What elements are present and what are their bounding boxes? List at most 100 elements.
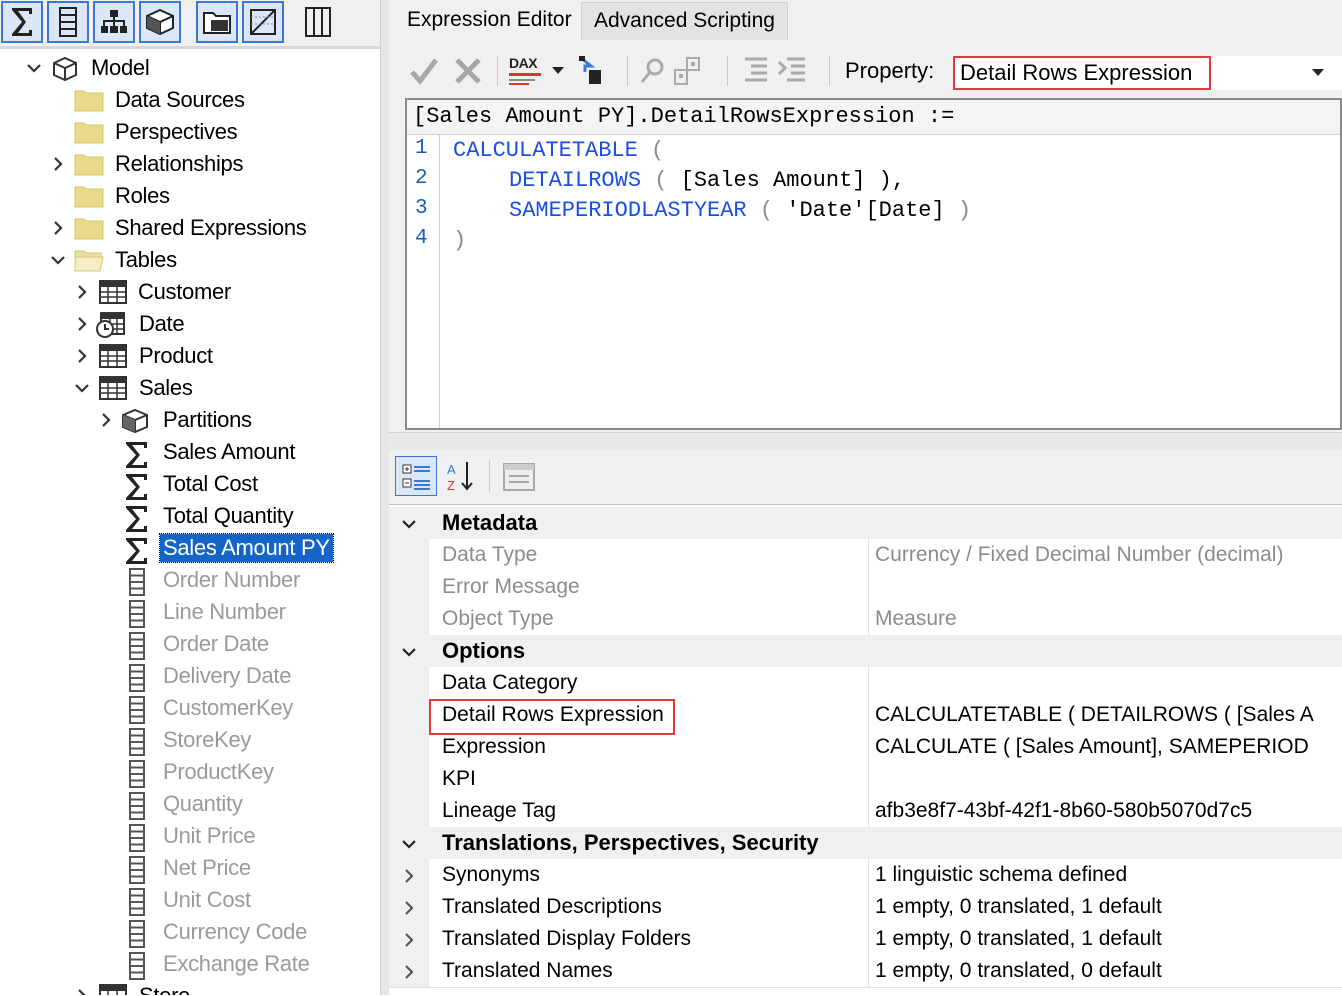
accept-checkmark-icon[interactable] — [409, 56, 439, 86]
show-partitions-toggle[interactable] — [139, 1, 181, 43]
chevron-right-icon[interactable] — [401, 932, 417, 948]
chevron-down-icon[interactable] — [401, 836, 417, 852]
property-dropdown[interactable] — [1211, 56, 1342, 90]
go-to-definition-icon[interactable] — [577, 56, 603, 86]
tab-expression-editor[interactable]: Expression Editor — [395, 2, 584, 40]
column-divider[interactable] — [868, 699, 869, 731]
tree-node-storekey[interactable]: StoreKey — [0, 724, 380, 756]
show-hierarchies-toggle[interactable] — [93, 1, 135, 43]
chevron-down-icon[interactable] — [74, 380, 90, 396]
tree-node-partitions[interactable]: Partitions — [0, 404, 380, 436]
tree-node-sales-amount-py[interactable]: Sales Amount PY — [0, 532, 380, 564]
column-divider[interactable] — [868, 603, 869, 635]
column-divider[interactable] — [868, 667, 869, 699]
tree-node-order-number[interactable]: Order Number — [0, 564, 380, 596]
tree-node-sales[interactable]: Sales — [0, 372, 380, 404]
property-value[interactable]: CALCULATE ( [Sales Amount], SAMEPERIOD — [875, 733, 1309, 761]
property-pages-icon[interactable] — [502, 462, 536, 492]
code-line-3[interactable]: SAMEPERIODLASTYEAR ( 'Date'[Date] ) — [509, 198, 971, 223]
show-all-columns-button[interactable] — [297, 1, 339, 43]
chevron-down-icon[interactable] — [26, 60, 42, 76]
property-value[interactable]: 1 linguistic schema defined — [875, 861, 1127, 889]
tree-node-unit-cost[interactable]: Unit Cost — [0, 884, 380, 916]
dax-expression-editor[interactable]: [Sales Amount PY].DetailRowsExpression :… — [405, 98, 1342, 430]
chevron-right-icon[interactable] — [50, 220, 66, 236]
dax-format-dropdown-icon[interactable] — [552, 67, 564, 74]
tree-node-customerkey[interactable]: CustomerKey — [0, 692, 380, 724]
category-metadata[interactable]: Metadata — [389, 507, 1342, 539]
tree-node-model[interactable]: Model — [0, 52, 380, 84]
tree-node-tables[interactable]: Tables — [0, 244, 380, 276]
property-row-translated-display-folders[interactable]: Translated Display Folders 1 empty, 0 tra… — [389, 923, 1342, 956]
tree-node-total-cost[interactable]: Total Cost — [0, 468, 380, 500]
tree-node-shared-expressions[interactable]: Shared Expressions — [0, 212, 380, 244]
category-options[interactable]: Options — [389, 635, 1342, 667]
column-divider[interactable] — [868, 923, 869, 955]
property-row-expression[interactable]: Expression CALCULATE ( [Sales Amount], SA… — [389, 731, 1342, 764]
tree-node-data-sources[interactable]: Data Sources — [0, 84, 380, 116]
find-icon[interactable] — [639, 56, 667, 86]
chevron-down-icon[interactable] — [50, 252, 66, 268]
property-value[interactable]: 1 empty, 0 translated, 0 default — [875, 957, 1162, 985]
show-display-folders-toggle[interactable] — [196, 1, 238, 43]
tree-node-currency-code[interactable]: Currency Code — [0, 916, 380, 948]
comment-lines-icon[interactable] — [743, 56, 769, 84]
dax-format-button[interactable]: DAX — [509, 56, 545, 88]
tree-node-customer[interactable]: Customer — [0, 276, 380, 308]
column-divider[interactable] — [868, 763, 869, 795]
tree-node-sales-amount[interactable]: Sales Amount — [0, 436, 380, 468]
tree-node-net-price[interactable]: Net Price — [0, 852, 380, 884]
tree-node-order-date[interactable]: Order Date — [0, 628, 380, 660]
property-row-lineage-tag[interactable]: Lineage Tag afb3e8f7-43bf-42f1-8b60-580b5… — [389, 795, 1342, 828]
property-value[interactable]: Currency / Fixed Decimal Number (decimal… — [875, 541, 1283, 569]
cancel-x-icon[interactable] — [453, 56, 483, 86]
tree-node-store[interactable]: Store — [0, 980, 380, 995]
property-row-translated-descriptions[interactable]: Translated Descriptions 1 empty, 0 transl… — [389, 891, 1342, 924]
tree-node-total-quantity[interactable]: Total Quantity — [0, 500, 380, 532]
property-value[interactable]: Measure — [875, 605, 957, 633]
chevron-right-icon[interactable] — [98, 412, 114, 428]
sort-alphabetical-icon[interactable]: AZ — [445, 460, 477, 492]
column-divider[interactable] — [868, 539, 869, 571]
tree-node-exchange-rate[interactable]: Exchange Rate — [0, 948, 380, 980]
tree-node-delivery-date[interactable]: Delivery Date — [0, 660, 380, 692]
property-value[interactable]: 1 empty, 0 translated, 1 default — [875, 893, 1162, 921]
category-translations[interactable]: Translations, Perspectives, Security — [389, 827, 1342, 859]
chevron-right-icon[interactable] — [74, 316, 90, 332]
code-line-4[interactable]: ) — [453, 228, 466, 253]
column-divider[interactable] — [868, 571, 869, 603]
tree-node-product[interactable]: Product — [0, 340, 380, 372]
column-divider[interactable] — [868, 859, 869, 891]
chevron-right-icon[interactable] — [401, 868, 417, 884]
code-line-1[interactable]: CALCULATETABLE ( — [453, 138, 664, 163]
property-row-translated-names[interactable]: Translated Names 1 empty, 0 translated, 0… — [389, 955, 1342, 988]
chevron-right-icon[interactable] — [401, 964, 417, 980]
tab-advanced-scripting[interactable]: Advanced Scripting — [581, 2, 788, 40]
tree-node-date[interactable]: Date — [0, 308, 380, 340]
property-row-error-message[interactable]: Error Message — [389, 571, 1342, 604]
show-hidden-toggle[interactable] — [242, 1, 284, 43]
pane-splitter[interactable] — [380, 0, 389, 995]
property-row-kpi[interactable]: KPI — [389, 763, 1342, 796]
tree-node-perspectives[interactable]: Perspectives — [0, 116, 380, 148]
tree-node-relationships[interactable]: Relationships — [0, 148, 380, 180]
property-row-data-category[interactable]: Data Category — [389, 667, 1342, 700]
show-measures-toggle[interactable] — [1, 1, 43, 43]
chevron-right-icon[interactable] — [50, 156, 66, 172]
tree-node-productkey[interactable]: ProductKey — [0, 756, 380, 788]
tree-node-line-number[interactable]: Line Number — [0, 596, 380, 628]
chevron-down-icon[interactable] — [401, 644, 417, 660]
chevron-down-icon[interactable] — [401, 516, 417, 532]
property-row-data-type[interactable]: Data Type Currency / Fixed Decimal Number… — [389, 539, 1342, 572]
column-divider[interactable] — [868, 731, 869, 763]
dependencies-icon[interactable] — [673, 56, 701, 86]
show-columns-toggle[interactable] — [47, 1, 89, 43]
tree-node-quantity[interactable]: Quantity — [0, 788, 380, 820]
categorized-view-button[interactable] — [395, 456, 437, 496]
editor-grid-splitter[interactable] — [389, 432, 1342, 451]
chevron-right-icon[interactable] — [74, 284, 90, 300]
property-value[interactable]: CALCULATETABLE ( DETAILROWS ( [Sales A — [875, 701, 1314, 729]
code-line-2[interactable]: DETAILROWS ( [Sales Amount] ), — [509, 168, 905, 193]
column-divider[interactable] — [868, 955, 869, 987]
uncomment-lines-icon[interactable] — [777, 56, 807, 84]
